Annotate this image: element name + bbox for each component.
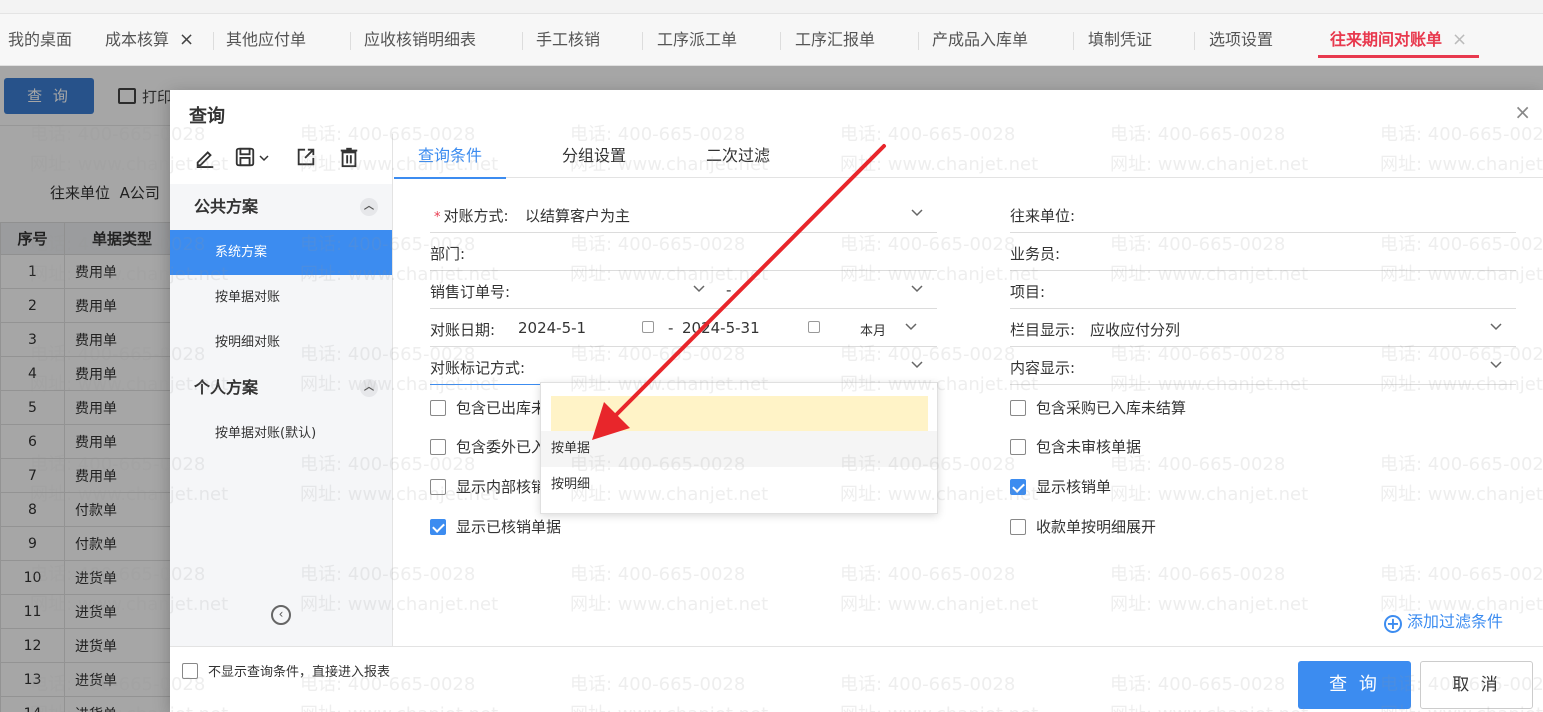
checkbox-box[interactable] xyxy=(182,663,198,679)
save-icon[interactable] xyxy=(234,146,274,170)
checkbox-box[interactable] xyxy=(430,479,446,495)
match-mode-select[interactable]: * 对账方式: 以结算客户为主 xyxy=(430,195,937,233)
tab-query-conditions[interactable]: 查询条件 xyxy=(393,134,507,179)
tab-group-settings[interactable]: 分组设置 xyxy=(562,134,626,178)
add-filter-button[interactable]: + 添加过滤条件 xyxy=(1384,608,1503,633)
collapse-left-icon[interactable]: ‹ xyxy=(271,605,291,625)
tab-cost-accounting[interactable]: 成本核算 × xyxy=(105,14,194,66)
tab-period-statement[interactable]: 往来期间对账单 × xyxy=(1317,14,1480,66)
scheme-panel: 公共方案 ︿ 系统方案 按单据对账 按明细对账 个人方案 ︿ 按单据对账(默认) ‹ xyxy=(170,134,393,646)
tab-my-desktop[interactable]: 我的桌面 xyxy=(8,14,72,66)
checkbox-skip-conditions[interactable]: 不显示查询条件，直接进入报表 xyxy=(182,661,390,680)
cancel-button[interactable]: 取 消 xyxy=(1420,661,1533,709)
dialog-title: 查询 xyxy=(189,106,225,127)
chevron-down-icon xyxy=(693,280,705,293)
close-icon[interactable]: × xyxy=(179,29,194,50)
close-icon[interactable]: × xyxy=(1514,100,1531,124)
tab-divider xyxy=(1194,32,1195,50)
plus-circle-icon: + xyxy=(1384,615,1402,633)
public-scheme-header[interactable]: 公共方案 ︿ xyxy=(170,184,392,230)
dropdown-option-by-document[interactable]: 按单据 xyxy=(541,431,937,467)
chevron-down-icon xyxy=(911,356,923,369)
checkbox-show-writeoff[interactable]: 显示核销单 xyxy=(1010,476,1111,496)
dropdown-option-by-detail[interactable]: 按明细 xyxy=(541,467,937,503)
checkbox-box[interactable] xyxy=(1010,479,1026,495)
delete-icon[interactable] xyxy=(338,146,362,170)
chevron-up-icon[interactable]: ︿ xyxy=(360,379,378,397)
salesman-field[interactable]: 业务员: xyxy=(1010,233,1516,271)
tab-divider xyxy=(213,32,214,50)
scheme-item-by-detail[interactable]: 按明细对账 xyxy=(170,320,392,365)
tab-divider xyxy=(522,32,523,50)
checkbox-box[interactable] xyxy=(1010,400,1026,416)
tab-divider xyxy=(642,32,643,50)
checkbox-include-unaudited[interactable]: 包含未审核单据 xyxy=(1010,436,1141,456)
statement-date-range[interactable]: 对账日期: 2024-5-1 - 2024-5-31 本月 xyxy=(430,309,937,347)
query-button[interactable]: 查 询 xyxy=(1298,661,1411,709)
checkbox-box[interactable] xyxy=(430,439,446,455)
chevron-down-icon xyxy=(911,204,923,217)
scheme-item-personal-default[interactable]: 按单据对账(默认) xyxy=(170,411,392,456)
scheme-item-system[interactable]: 系统方案 xyxy=(170,230,392,275)
content-display-select[interactable]: 内容显示: xyxy=(1010,347,1516,385)
mark-mode-select[interactable]: 对账标记方式: xyxy=(430,347,937,385)
window-top-strip xyxy=(0,0,1543,14)
tab-receivable-writeoff[interactable]: 应收核销明细表 xyxy=(364,14,476,66)
chevron-down-icon xyxy=(1490,356,1502,369)
checkbox-receipt-by-detail[interactable]: 收款单按明细展开 xyxy=(1010,516,1156,536)
date-to-input[interactable]: 2024-5-31 xyxy=(682,319,760,337)
tab-voucher[interactable]: 填制凭证 xyxy=(1088,14,1152,66)
tab-manual-writeoff[interactable]: 手工核销 xyxy=(536,14,600,66)
chevron-down-icon xyxy=(1490,318,1502,331)
column-display-select[interactable]: 栏目显示: 应收应付分列 xyxy=(1010,309,1516,347)
dialog-tabs: 查询条件 分组设置 二次过滤 xyxy=(393,134,1543,179)
tab-process-report[interactable]: 工序汇报单 xyxy=(795,14,875,66)
tab-secondary-filter[interactable]: 二次过滤 xyxy=(706,134,770,178)
close-icon[interactable]: × xyxy=(1452,29,1467,50)
calendar-icon[interactable] xyxy=(808,321,820,333)
checkbox-box[interactable] xyxy=(1010,519,1026,535)
date-period-select[interactable]: 本月 xyxy=(860,320,886,339)
tab-divider xyxy=(780,32,781,50)
sales-order-field[interactable]: 销售订单号: - xyxy=(430,271,937,309)
tab-process-dispatch[interactable]: 工序派工单 xyxy=(657,14,737,66)
project-field[interactable]: 项目: xyxy=(1010,271,1516,309)
chevron-down-icon xyxy=(911,280,923,293)
tab-other-payables[interactable]: 其他应付单 xyxy=(226,14,306,66)
tab-options[interactable]: 选项设置 xyxy=(1209,14,1273,66)
department-field[interactable]: 部门: xyxy=(430,233,937,271)
tab-bar: 我的桌面 成本核算 × 其他应付单 应收核销明细表 手工核销 工序派工单 工序汇报… xyxy=(0,14,1543,66)
tab-divider xyxy=(1073,32,1074,50)
tab-divider xyxy=(350,32,351,50)
chevron-down-icon[interactable] xyxy=(258,152,270,164)
tab-divider xyxy=(918,32,919,50)
dialog-footer: 不显示查询条件，直接进入报表 查 询 取 消 xyxy=(170,646,1543,712)
edit-icon[interactable] xyxy=(194,146,218,170)
calendar-icon[interactable] xyxy=(642,321,654,333)
checkbox-box[interactable] xyxy=(1010,439,1026,455)
personal-scheme-header[interactable]: 个人方案 ︿ xyxy=(170,365,392,411)
checkbox-box[interactable] xyxy=(430,400,446,416)
checkbox-box[interactable] xyxy=(430,519,446,535)
chevron-up-icon[interactable]: ︿ xyxy=(360,198,378,216)
export-icon[interactable] xyxy=(295,146,319,170)
checkbox-include-purchase[interactable]: 包含采购已入库未结算 xyxy=(1010,397,1186,417)
counterparty-field[interactable]: 往来单位: xyxy=(1010,195,1516,233)
checkbox-show-written-off[interactable]: 显示已核销单据 xyxy=(430,516,561,536)
tab-finished-goods[interactable]: 产成品入库单 xyxy=(932,14,1028,66)
scheme-toolbar xyxy=(170,134,392,184)
scheme-item-by-document[interactable]: 按单据对账 xyxy=(170,275,392,320)
dropdown-empty-option[interactable] xyxy=(551,396,928,432)
chevron-down-icon xyxy=(905,318,917,331)
date-from-input[interactable]: 2024-5-1 xyxy=(518,319,586,337)
mark-mode-dropdown: 按单据 按明细 xyxy=(540,382,938,514)
